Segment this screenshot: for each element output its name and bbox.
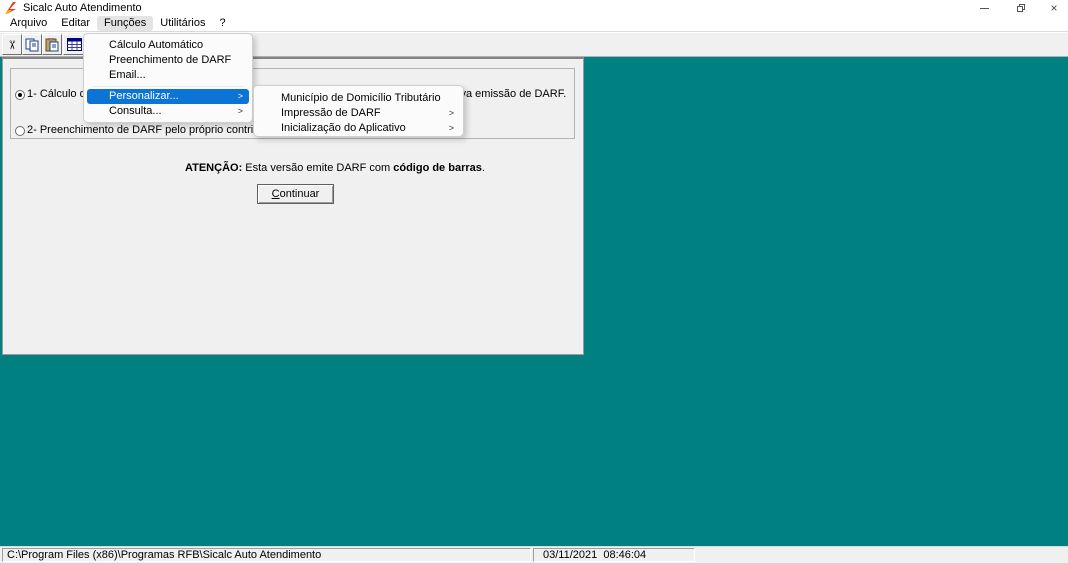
attention-middle: Esta versão emite DARF com xyxy=(242,162,394,174)
titlebar: Sicalc Auto Atendimento × xyxy=(0,0,1068,16)
cut-icon: ✂ xyxy=(5,39,19,50)
menu-item-email[interactable]: Email... xyxy=(84,68,252,83)
option-1-label-right: tiva emissão de DARF. xyxy=(455,88,567,100)
menu-funcoes[interactable]: Funções xyxy=(97,16,154,31)
attention-message: ATENÇÃO: Esta versão emite DARF com códi… xyxy=(185,162,485,174)
calc-button[interactable] xyxy=(63,34,85,55)
minimize-button[interactable] xyxy=(966,0,1002,16)
statusbar-path-panel: C:\Program Files (x86)\Programas RFB\Sic… xyxy=(2,548,531,562)
radio-option-2[interactable] xyxy=(15,126,25,136)
menu-editar[interactable]: Editar xyxy=(54,16,97,31)
statusbar-path: C:\Program Files (x86)\Programas RFB\Sic… xyxy=(7,549,322,561)
submenu-item-inicializacao[interactable]: Inicialização do Aplicativo > xyxy=(254,121,463,136)
attention-suffix: . xyxy=(481,162,485,174)
personalizar-submenu: Município de Domicílio Tributário Impres… xyxy=(253,85,464,137)
copy-button[interactable] xyxy=(22,34,42,55)
menu-item-consulta[interactable]: Consulta... > xyxy=(84,104,252,119)
radio-selected-dot xyxy=(18,93,22,97)
statusbar: C:\Program Files (x86)\Programas RFB\Sic… xyxy=(0,546,1068,563)
submenu-arrow-icon: > xyxy=(448,123,454,133)
statusbar-datetime: 03/11/2021 08:46:04 xyxy=(543,549,647,561)
cut-button[interactable]: ✂ xyxy=(2,34,22,55)
calc-table-icon xyxy=(66,38,82,51)
menu-help[interactable]: ? xyxy=(212,16,232,31)
menu-arquivo[interactable]: Arquivo xyxy=(3,16,54,31)
paste-button[interactable] xyxy=(42,34,62,55)
minimize-icon xyxy=(979,7,989,9)
menu-item-calculo-automatico[interactable]: Cálculo Automático xyxy=(84,38,252,53)
radio-option-1[interactable] xyxy=(15,90,25,100)
copy-icon xyxy=(25,38,39,51)
continue-rest: ontinuar xyxy=(279,188,320,200)
submenu-arrow-icon: > xyxy=(237,91,243,101)
close-icon: × xyxy=(1050,1,1058,15)
paste-icon xyxy=(45,37,59,51)
attention-bold: código de barras xyxy=(393,162,482,174)
funcoes-dropdown-menu: Cálculo Automático Preenchimento de DARF… xyxy=(83,33,253,123)
app-icon xyxy=(5,2,16,14)
submenu-arrow-icon: > xyxy=(448,108,454,118)
menu-item-preenchimento-darf[interactable]: Preenchimento de DARF xyxy=(84,53,252,68)
submenu-item-impressao-darf[interactable]: Impressão de DARF > xyxy=(254,106,463,121)
menu-utilitarios[interactable]: Utilitários xyxy=(153,16,212,31)
restore-icon xyxy=(1017,4,1025,12)
close-button[interactable]: × xyxy=(1040,0,1068,16)
attention-prefix: ATENÇÃO: xyxy=(185,162,243,174)
continue-accel: C xyxy=(271,188,280,200)
menu-item-personalizar[interactable]: Personalizar... > xyxy=(87,89,249,104)
submenu-arrow-icon: > xyxy=(237,106,243,116)
window-title: Sicalc Auto Atendimento xyxy=(23,2,142,14)
submenu-item-municipio[interactable]: Município de Domicílio Tributário xyxy=(254,91,463,106)
restore-button[interactable] xyxy=(1003,0,1039,16)
continue-button[interactable]: Continuar xyxy=(257,184,334,204)
menubar: Arquivo Editar Funções Utilitários ? xyxy=(0,16,1068,31)
statusbar-datetime-panel: 03/11/2021 08:46:04 xyxy=(533,548,695,562)
